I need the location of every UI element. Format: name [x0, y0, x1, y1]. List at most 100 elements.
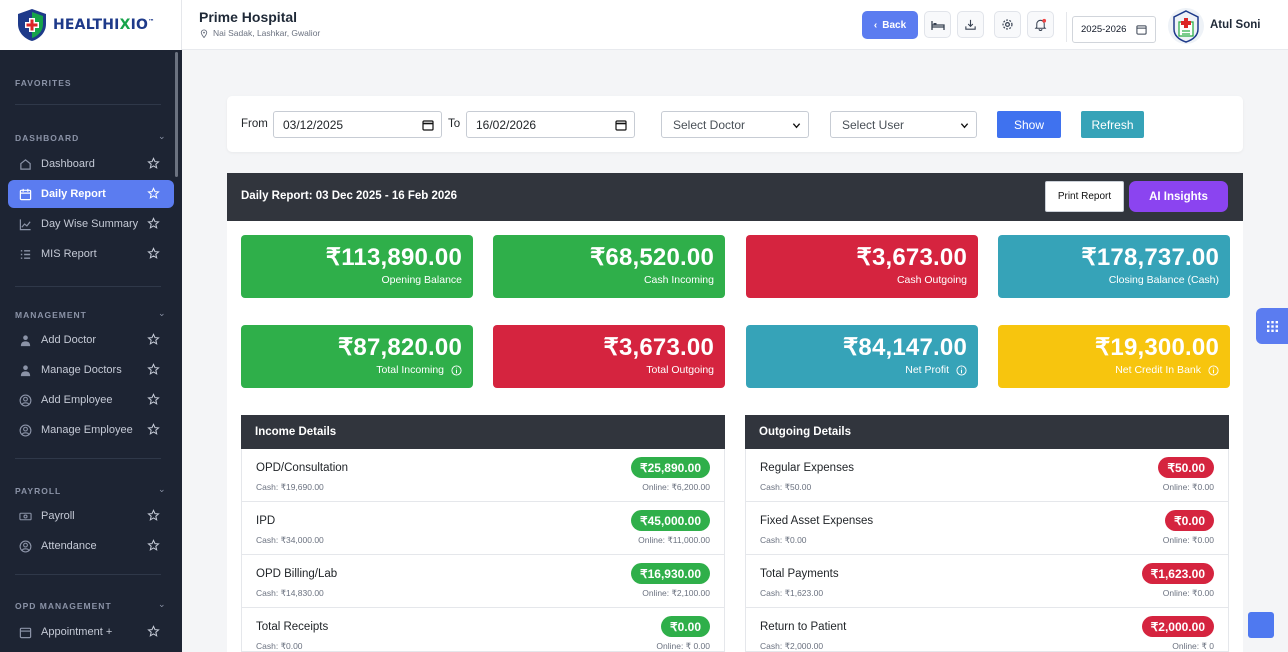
report-card: Daily Report: 03 Dec 2025 - 16 Feb 2026 … [227, 173, 1243, 652]
ai-insights-button[interactable]: AI Insights [1129, 181, 1228, 212]
star-icon[interactable] [147, 423, 160, 436]
star-icon[interactable] [147, 187, 160, 200]
sidebar-item-dashboard[interactable]: Dashboard [8, 150, 174, 178]
user-circle-icon [18, 393, 32, 407]
star-icon[interactable] [147, 539, 160, 552]
chevron-down-icon [960, 123, 969, 129]
brand-name: HEALTHIXIO™ [53, 17, 155, 33]
sidebar-item-appointment[interactable]: Appointment + [8, 618, 174, 646]
hospital-name: Prime Hospital [199, 9, 298, 25]
brand-logo[interactable]: HEALTHIXIO™ [0, 0, 182, 50]
star-icon[interactable] [147, 217, 160, 230]
sidebar-item-label: Manage Employee [41, 424, 133, 436]
sidebar-item-attendance[interactable]: Attendance [8, 532, 174, 560]
amount-badge: ₹1,623.00 [1141, 563, 1214, 584]
info-icon[interactable] [451, 364, 462, 376]
top-header: Prime Hospital Nai Sadak, Lashkar, Gwali… [182, 0, 1288, 50]
star-icon[interactable] [147, 333, 160, 346]
refresh-button[interactable]: Refresh [1081, 111, 1144, 138]
sidebar-item-daily-report[interactable]: Daily Report [8, 180, 174, 208]
calendar-icon [18, 625, 32, 639]
hospital-address: Nai Sadak, Lashkar, Gwalior [200, 28, 320, 38]
income-details-title: Income Details [241, 415, 725, 449]
sidebar-item-payroll[interactable]: Payroll [8, 502, 174, 530]
user-circle-icon [18, 539, 32, 553]
sidebar-item-label: Add Employee [41, 394, 113, 406]
settings-button[interactable] [994, 11, 1021, 38]
avatar[interactable] [1167, 4, 1205, 48]
from-label: From [241, 118, 268, 130]
download-button[interactable] [957, 11, 984, 38]
chevron-down-icon[interactable]: ⌄ [158, 599, 166, 610]
sidebar-item-manage-employee[interactable]: Manage Employee [8, 416, 174, 444]
download-icon [965, 19, 976, 30]
sidebar-item-label: Appointment + [41, 626, 113, 638]
show-button[interactable]: Show [997, 111, 1061, 138]
report-header: Daily Report: 03 Dec 2025 - 16 Feb 2026 … [227, 173, 1243, 221]
star-icon[interactable] [147, 157, 160, 170]
print-report-button[interactable]: Print Report [1045, 181, 1124, 212]
outgoing-details-panel: Outgoing Details Regular Expenses ₹50.00… [745, 415, 1229, 652]
amount-badge: ₹16,930.00 [630, 563, 710, 584]
user-select[interactable]: Select User [830, 111, 977, 138]
scroll-top-button[interactable] [1248, 612, 1274, 638]
section-opd-management: OPD MANAGEMENT [15, 601, 112, 611]
list-item: IPD ₹45,000.00 Cash: ₹34,000.00 Online: … [242, 502, 724, 555]
doctor-select[interactable]: Select Doctor [661, 111, 809, 138]
info-icon[interactable] [956, 364, 967, 376]
sidebar-scrollbar[interactable] [175, 52, 178, 177]
stat-card-cash-outgoing: ₹3,673.00 Cash Outgoing [746, 235, 978, 298]
to-label: To [448, 118, 461, 130]
sidebar-item-label: Daily Report [41, 188, 106, 200]
sidebar-item-label: Dashboard [41, 158, 95, 170]
chevron-down-icon[interactable]: ⌄ [158, 484, 166, 495]
divider [15, 104, 161, 105]
info-icon[interactable] [1208, 364, 1219, 376]
section-dashboard: DASHBOARD [15, 133, 80, 143]
amount-badge: ₹0.00 [1165, 510, 1214, 531]
calendar-icon[interactable] [615, 119, 627, 131]
star-icon[interactable] [147, 247, 160, 260]
sidebar-item-label: Attendance [41, 540, 97, 552]
from-date-input[interactable]: 03/12/2025 [273, 111, 442, 138]
chevron-left-icon: ‹ [873, 19, 878, 31]
bell-icon [1034, 18, 1047, 31]
gear-icon [1002, 19, 1013, 30]
star-icon[interactable] [147, 509, 160, 522]
list-item: OPD Billing/Lab ₹16,930.00 Cash: ₹14,830… [242, 555, 724, 608]
apps-grid-button[interactable] [1256, 308, 1288, 344]
divider [15, 574, 161, 575]
report-title: Daily Report: 03 Dec 2025 - 16 Feb 2026 [241, 190, 458, 202]
financial-year-select[interactable]: 2025-2026 [1072, 16, 1156, 43]
sidebar-item-manage-doctors[interactable]: Manage Doctors [8, 356, 174, 384]
star-icon[interactable] [147, 363, 160, 376]
notifications-button[interactable] [1027, 11, 1054, 38]
back-button[interactable]: ‹ Back [862, 11, 918, 39]
grid-icon [1266, 320, 1278, 332]
bed-button[interactable] [924, 11, 951, 38]
stat-card-net-credit-bank: ₹19,300.00 Net Credit In Bank [998, 325, 1230, 388]
to-date-input[interactable]: 16/02/2026 [466, 111, 635, 138]
sidebar-item-mis-report[interactable]: MIS Report [8, 240, 174, 268]
user-name[interactable]: Atul Soni [1210, 19, 1260, 31]
section-favorites: FAVORITES [15, 78, 72, 88]
income-details-panel: Income Details OPD/Consultation ₹25,890.… [241, 415, 725, 652]
stat-card-closing-balance: ₹178,737.00 Closing Balance (Cash) [998, 235, 1230, 298]
star-icon[interactable] [147, 393, 160, 406]
stat-card-total-outgoing: ₹3,673.00 Total Outgoing [493, 325, 725, 388]
sidebar-item-add-doctor[interactable]: Add Doctor [8, 326, 174, 354]
outgoing-details-title: Outgoing Details [745, 415, 1229, 449]
sidebar-item-add-employee[interactable]: Add Employee [8, 386, 174, 414]
sidebar-item-label: Payroll [41, 510, 75, 522]
list-item: OPD/Consultation ₹25,890.00 Cash: ₹19,69… [242, 449, 724, 502]
divider [1066, 12, 1067, 42]
calendar-icon[interactable] [422, 119, 434, 131]
sidebar-item-day-wise-summary[interactable]: Day Wise Summary [8, 210, 174, 238]
chart-line-icon [18, 217, 32, 231]
chevron-down-icon[interactable]: ⌄ [158, 131, 166, 142]
sidebar: FAVORITES DASHBOARD ⌄ Dashboard Daily Re… [0, 0, 182, 652]
doctor-icon [18, 333, 32, 347]
stat-card-net-profit: ₹84,147.00 Net Profit [746, 325, 978, 388]
chevron-down-icon[interactable]: ⌄ [158, 308, 166, 319]
star-icon[interactable] [147, 625, 160, 638]
